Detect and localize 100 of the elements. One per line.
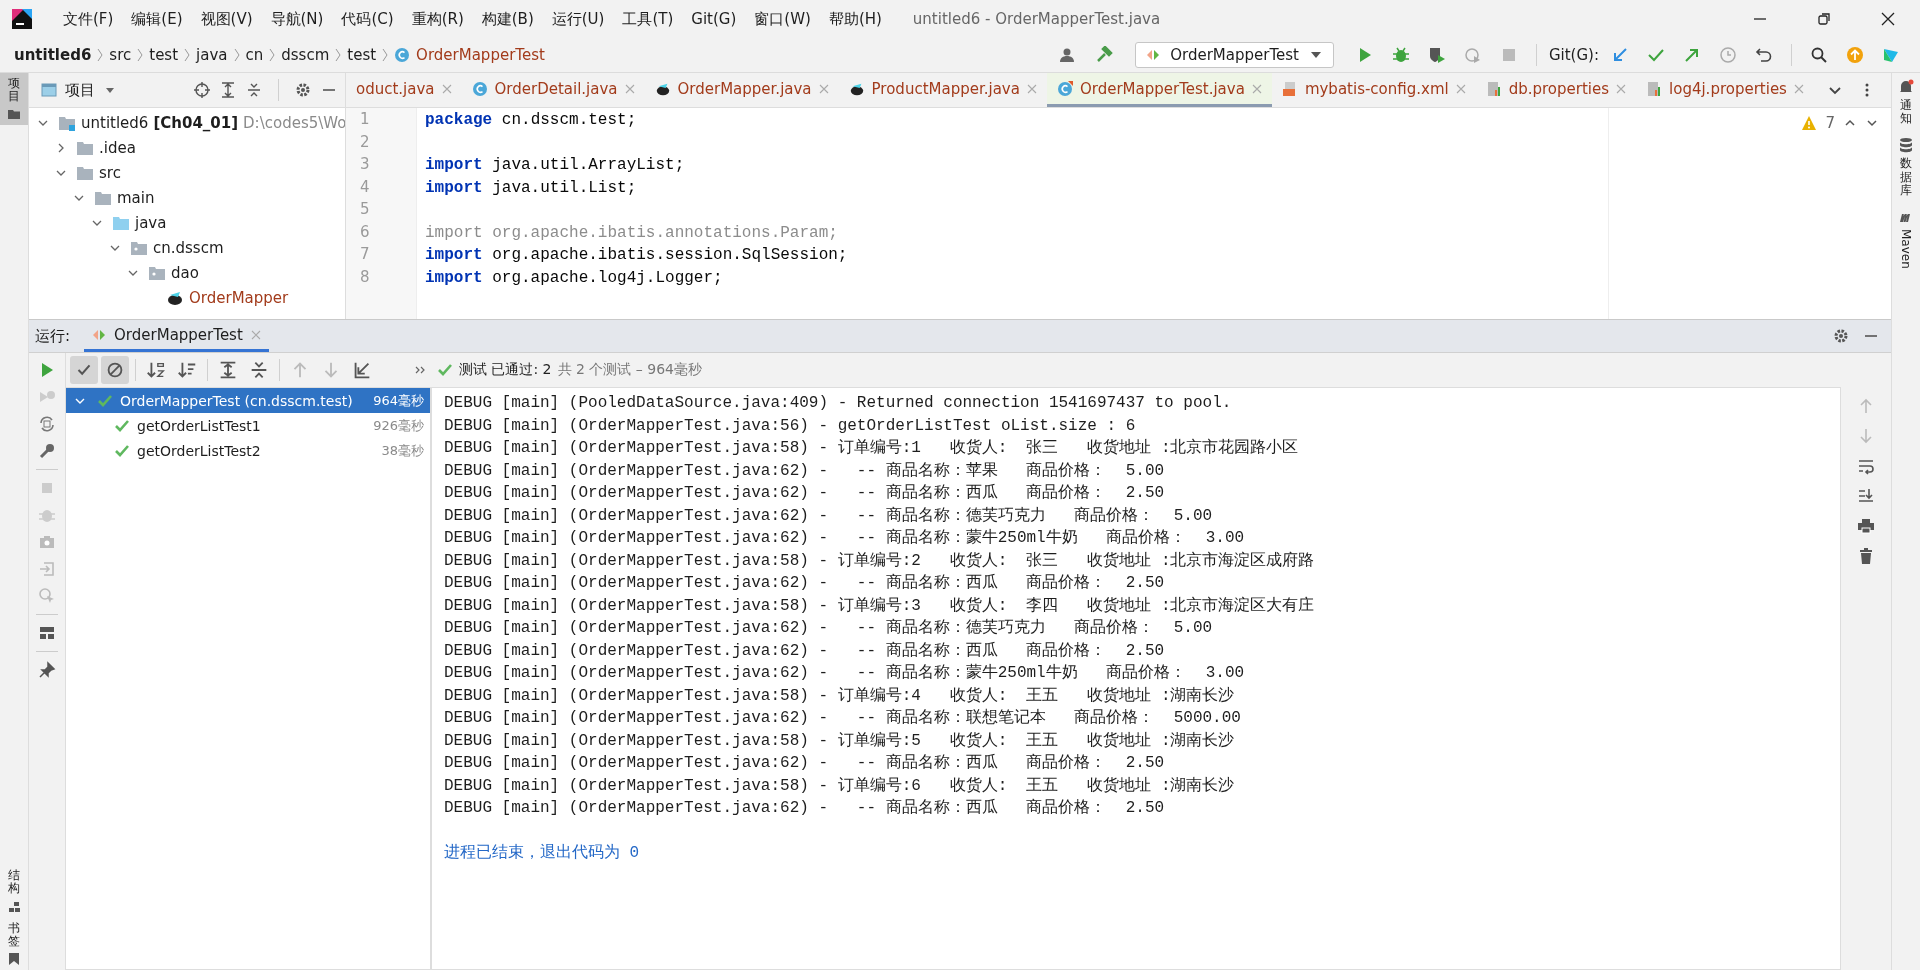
menu-item[interactable]: 代码(C) [332, 9, 403, 29]
breadcrumb-item[interactable]: cn [245, 46, 264, 64]
collapse-all-icon[interactable] [246, 82, 262, 98]
log-line: DEBUG [main] (OrderMapperTest.java:58) - 订单编号:4 收货人: 王五 收货地址 :湖南长沙 [444, 686, 1235, 705]
test-tree-row[interactable]: getOrderListTest2 38毫秒 [66, 438, 430, 463]
tool-window-button[interactable]: 数据库 [1898, 137, 1914, 197]
module-name: [Ch04_01] [153, 113, 239, 132]
pin-icon[interactable] [38, 661, 56, 679]
line-number: 4 [360, 176, 371, 198]
git-label: Git(G): [1548, 46, 1599, 64]
log-line: DEBUG [main] (OrderMapperTest.java:58) - 订单编号:2 收货人: 张三 收货地址 :北京市海淀区成府路 [444, 551, 1315, 570]
project-view-dropdown[interactable]: 项目 [37, 80, 121, 100]
warning-count[interactable]: 7 [1825, 114, 1835, 132]
hammer-icon[interactable] [1095, 46, 1114, 64]
layout-icon[interactable] [38, 624, 56, 642]
soft-wrap-icon[interactable] [1857, 457, 1875, 475]
tree-item[interactable]: OrderMapper [189, 288, 289, 307]
menu-item[interactable]: 构建(B) [472, 9, 543, 29]
test-name: OrderMapperTest (cn.dsscm.test) [120, 392, 353, 409]
scroll-to-end-icon[interactable] [1857, 487, 1875, 505]
bug-icon[interactable] [1391, 46, 1410, 64]
expand-all-icon[interactable] [220, 82, 236, 98]
wrench-icon[interactable] [38, 442, 56, 460]
push-arrow-icon[interactable] [1683, 46, 1701, 64]
menu-item[interactable]: 视图(V) [191, 9, 262, 29]
tool-window-button[interactable]: 通知 [1898, 79, 1914, 126]
test-status: 测试 已通过: 2 [459, 361, 552, 379]
line-number: 6 [360, 221, 371, 243]
toggle-auto-test-icon[interactable] [38, 415, 56, 433]
breadcrumb-item[interactable]: src [109, 46, 132, 64]
tool-window-button[interactable]: 结构 [0, 865, 28, 918]
settings-icon[interactable] [1833, 328, 1849, 344]
test-summary: 共 2 个测试 – 964毫秒 [557, 361, 702, 379]
breadcrumb-item[interactable]: test [347, 46, 377, 64]
tree-item[interactable]: .idea [99, 138, 136, 157]
tree-item[interactable]: untitled6 [81, 113, 149, 132]
code-line: import java.util.List; [425, 178, 637, 197]
window-title: untitled6 - OrderMapperTest.java [912, 10, 1161, 28]
editor-tab[interactable]: mybatis-config.xml [1271, 73, 1476, 107]
restore-icon[interactable] [1816, 11, 1832, 27]
menu-item[interactable]: 工具(T) [613, 9, 683, 29]
show-ignored-toggle-icon[interactable] [101, 356, 129, 384]
crosshair-icon[interactable] [194, 82, 210, 98]
editor-tab[interactable]: log4j.properties [1636, 73, 1814, 107]
breadcrumb-item[interactable]: java [196, 46, 228, 64]
update-arrow-icon[interactable] [1611, 46, 1629, 64]
undo-icon[interactable] [1755, 46, 1773, 64]
test-duration: 38毫秒 [381, 441, 424, 460]
test-tree-row[interactable]: getOrderListTest1 926毫秒 [66, 413, 430, 438]
tree-item[interactable]: cn.dsscm [153, 238, 224, 257]
menu-item[interactable]: 导航(N) [261, 9, 333, 29]
editor-tab[interactable]: ProductMapper.java [838, 73, 1047, 107]
menu-item[interactable]: 重构(R) [402, 9, 473, 29]
run-configuration-dropdown[interactable]: OrderMapperTest [1135, 42, 1334, 68]
menu-item[interactable]: Git(G) [682, 10, 746, 28]
tree-item[interactable]: dao [171, 263, 199, 282]
close-icon[interactable] [1880, 11, 1896, 27]
editor-tab[interactable]: OrderMapperTest.java [1046, 73, 1272, 107]
menu-item[interactable]: 文件(F) [54, 9, 123, 29]
log-line: DEBUG [main] (OrderMapperTest.java:62) - -- 商品名称：西瓜 商品价格： 2.50 [444, 754, 1165, 772]
tree-item[interactable]: src [99, 163, 121, 182]
tool-window-button[interactable]: Maven [1898, 208, 1914, 269]
tree-item[interactable]: java [135, 213, 167, 232]
class-icon [394, 47, 411, 63]
code-line: import org.apache.log4j.Logger; [425, 268, 723, 287]
module-path: D:\codes5\Wo [243, 113, 345, 132]
bookmark-icon [7, 952, 21, 966]
test-duration: 926毫秒 [373, 416, 424, 435]
menu-item[interactable]: 窗口(W) [745, 9, 820, 29]
line-number: 8 [360, 266, 371, 288]
test-tree-row[interactable]: OrderMapperTest (cn.dsscm.test) 964毫秒 [66, 388, 430, 413]
tool-window-button[interactable]: 书签 [0, 917, 28, 970]
editor-tab[interactable]: OrderMapper.java [644, 73, 839, 107]
menu-item[interactable]: 帮助(H) [819, 9, 891, 29]
tree-item[interactable]: main [117, 188, 155, 207]
search-icon[interactable] [1810, 46, 1828, 64]
editor-tab[interactable]: oduct.java [346, 73, 462, 107]
log-line: DEBUG [main] (OrderMapperTest.java:58) - 订单编号:3 收货人: 李四 收货地址 :北京市海淀区大有庄 [444, 596, 1315, 615]
menu-item[interactable]: 运行(U) [542, 9, 614, 29]
show-passed-toggle-icon[interactable] [70, 356, 98, 384]
log-line: DEBUG [main] (OrderMapperTest.java:62) - -- 商品名称：蒙牛250ml牛奶 商品价格： 3.00 [444, 529, 1245, 547]
settings-icon[interactable] [295, 82, 311, 98]
line-number: 5 [360, 199, 371, 220]
breadcrumb-item[interactable]: untitled6 [14, 46, 92, 64]
editor-tab[interactable]: db.properties [1475, 73, 1637, 107]
chevron-icon [184, 47, 191, 63]
log-line: DEBUG [main] (OrderMapperTest.java:62) - -- 商品名称：苹果 商品价格： 5.00 [444, 461, 1165, 480]
log-line: DEBUG [main] (OrderMapperTest.java:62) - -- 商品名称：德芙巧克力 商品价格： 5.00 [444, 506, 1213, 525]
breadcrumb-item[interactable]: dsscm [281, 46, 330, 64]
editor-tab[interactable]: OrderDetail.java [461, 73, 645, 107]
properties-file-icon [1646, 80, 1663, 97]
exit-message: 进程已结束，退出代码为 0 [444, 844, 640, 862]
breadcrumb-item[interactable]: OrderMapperTest [416, 46, 545, 64]
print-icon[interactable] [1857, 517, 1875, 535]
tool-window-button[interactable]: 项目 [0, 73, 28, 126]
shield-play-icon[interactable] [1427, 46, 1446, 64]
checkmark-icon [437, 362, 453, 378]
menu-item[interactable]: 编辑(E) [122, 9, 192, 29]
trash-icon[interactable] [1857, 547, 1875, 565]
breadcrumb-item[interactable]: test [149, 46, 179, 64]
